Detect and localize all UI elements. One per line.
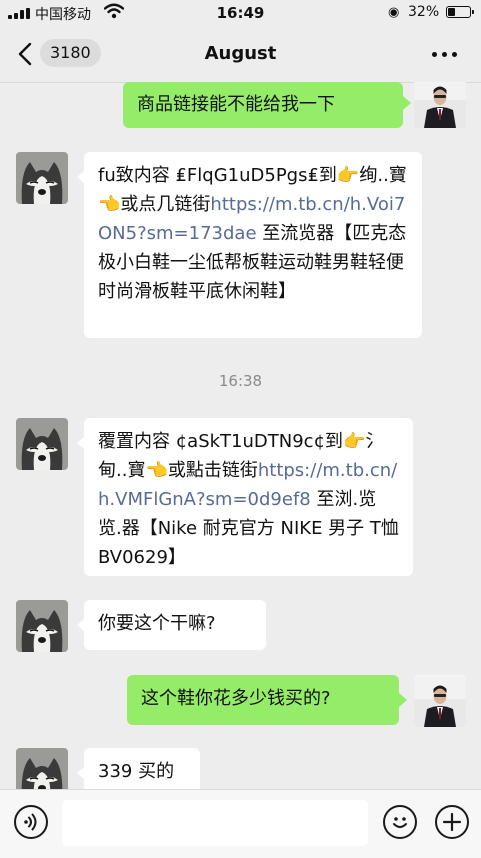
back-chevron-icon[interactable] [14, 41, 38, 67]
message-text: 商品链接能不能给我一下 [137, 94, 335, 115]
message-text: 你要这个干嘛? [98, 613, 216, 634]
battery-percent: 32% [408, 4, 440, 20]
message-timestamp: 16:38 [218, 372, 263, 390]
voice-icon[interactable] [14, 805, 48, 839]
message-bubble-sent[interactable]: 这个鞋你花多少钱买的? [127, 675, 399, 725]
message-text: 这个鞋你花多少钱买的? [141, 688, 331, 709]
message-bubble-received[interactable]: 覆置内容 ¢aSkT1uDTN9c¢到👉氵 甸..寶👈或點击链街https://… [84, 418, 413, 576]
message-bubble-sent[interactable]: 商品链接能不能给我一下 [123, 82, 403, 128]
battery-level [448, 8, 455, 16]
chat-header: 3180 August [0, 26, 481, 83]
emoji-icon[interactable] [383, 805, 417, 839]
more-dots-icon[interactable] [430, 44, 460, 64]
message-list[interactable]: 商品链接能不能给我一下 fu致内容 ₤FlqG1uD5Pgs₤到👉绚..寶👈或点… [0, 82, 481, 789]
plus-icon[interactable] [435, 805, 469, 839]
input-bar [0, 789, 481, 858]
message-bubble-received[interactable]: fu致内容 ₤FlqG1uD5Pgs₤到👉绚..寶👈或点几链街https://m… [84, 152, 422, 338]
husky-avatar[interactable] [16, 600, 68, 652]
husky-avatar[interactable] [16, 748, 68, 789]
message-text: 339 买的 [98, 761, 175, 782]
battery-icon [446, 6, 474, 18]
husky-avatar[interactable] [16, 418, 68, 470]
unread-count-badge[interactable]: 3180 [40, 39, 101, 67]
message-input[interactable] [62, 800, 368, 846]
man-in-suit-avatar[interactable] [414, 82, 466, 128]
message-bubble-received[interactable]: 你要这个干嘛? [84, 600, 266, 650]
man-in-suit-avatar[interactable] [414, 675, 466, 727]
message-bubble-received[interactable]: 339 买的 [84, 748, 200, 789]
husky-avatar[interactable] [16, 152, 68, 204]
status-bar: 中国移动 16:49 ◉ 32% [0, 0, 481, 26]
orientation-lock-icon: ◉ [388, 5, 400, 20]
